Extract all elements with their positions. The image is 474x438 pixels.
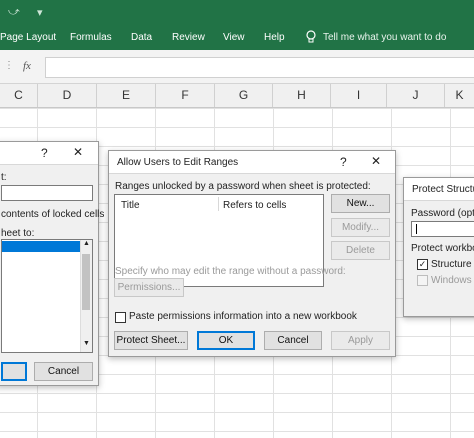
- cancel-button[interactable]: Cancel: [34, 362, 93, 381]
- protect-sheet-dialog: ? ✕ t: contents of locked cells heet to:…: [0, 141, 104, 386]
- protect-contents-label: contents of locked cells: [1, 209, 105, 220]
- password-input[interactable]: [411, 221, 474, 237]
- structure-checkbox[interactable]: ✓: [417, 259, 428, 270]
- title-bar: ⤻ ▾: [0, 0, 474, 25]
- dialog-title-bar: Protect Structu: [404, 178, 474, 201]
- apply-button[interactable]: Apply: [331, 331, 390, 350]
- scrollbar[interactable]: ▲ ▼: [80, 240, 92, 352]
- close-icon[interactable]: ✕: [371, 154, 381, 168]
- windows-label[interactable]: Windows: [431, 275, 472, 286]
- tab-help[interactable]: Help: [264, 32, 285, 43]
- scroll-down-icon[interactable]: ▼: [83, 340, 90, 347]
- column-header[interactable]: I: [331, 84, 387, 107]
- column-header[interactable]: F: [156, 84, 215, 107]
- formula-input[interactable]: [45, 57, 474, 78]
- ok-button[interactable]: [1, 362, 27, 381]
- tab-review[interactable]: Review: [172, 32, 205, 43]
- quick-access-dropdown-icon[interactable]: ▾: [37, 6, 43, 19]
- tab-page-layout[interactable]: Page Layout: [0, 32, 56, 43]
- insert-function-icon[interactable]: fx: [23, 60, 31, 72]
- column-header[interactable]: J: [387, 84, 445, 107]
- dialog-title-bar: ? ✕: [0, 142, 98, 165]
- scroll-up-icon[interactable]: ▲: [83, 240, 90, 247]
- column-header-title[interactable]: Title: [121, 200, 140, 211]
- protect-sheet-button[interactable]: Protect Sheet...: [114, 331, 188, 350]
- paste-permissions-checkbox[interactable]: [115, 312, 126, 323]
- allow-users-dialog: Allow Users to Edit Ranges ? ✕ Ranges un…: [108, 150, 396, 357]
- windows-checkbox[interactable]: [417, 275, 428, 286]
- paste-permissions-label[interactable]: Paste permissions information into a new…: [129, 311, 357, 322]
- column-header[interactable]: G: [215, 84, 273, 107]
- text-cursor: [416, 224, 417, 234]
- scrollbar-thumb[interactable]: [82, 254, 90, 310]
- help-button[interactable]: ?: [340, 155, 347, 169]
- protect-structure-dialog: Protect Structu Password (optio Protect …: [403, 177, 474, 317]
- protect-workbook-label: Protect workbo: [411, 243, 474, 254]
- column-header-refers-to[interactable]: Refers to cells: [223, 200, 286, 211]
- tell-me-search[interactable]: Tell me what you want to do: [323, 32, 446, 43]
- allow-users-label: heet to:: [1, 228, 35, 239]
- password-label: t:: [1, 172, 7, 183]
- list-item-selected[interactable]: [2, 241, 80, 252]
- close-icon[interactable]: ✕: [73, 145, 83, 159]
- tab-data[interactable]: Data: [131, 32, 152, 43]
- tab-view[interactable]: View: [223, 32, 245, 43]
- column-header[interactable]: C: [0, 84, 38, 107]
- modify-range-button[interactable]: Modify...: [331, 218, 390, 237]
- column-header[interactable]: E: [97, 84, 156, 107]
- cancel-button[interactable]: Cancel: [264, 331, 322, 350]
- column-header[interactable]: H: [273, 84, 331, 107]
- password-input[interactable]: [1, 185, 93, 201]
- redo-icon[interactable]: ⤻: [8, 6, 20, 19]
- new-range-button[interactable]: New...: [331, 194, 390, 213]
- specify-label: Specify who may edit the range without a…: [115, 266, 346, 277]
- column-header[interactable]: D: [38, 84, 97, 107]
- structure-label[interactable]: Structure: [431, 259, 472, 270]
- permissions-button[interactable]: Permissions...: [114, 278, 184, 297]
- delete-range-button[interactable]: Delete: [331, 241, 390, 260]
- more-options-icon: ⋮: [4, 60, 14, 71]
- dialog-title: Allow Users to Edit Ranges: [117, 157, 239, 168]
- help-button[interactable]: ?: [41, 146, 48, 160]
- column-header[interactable]: K: [445, 84, 474, 107]
- tab-formulas[interactable]: Formulas: [70, 32, 112, 43]
- column-divider: [218, 197, 219, 211]
- dialog-title-bar: Allow Users to Edit Ranges ? ✕: [109, 151, 395, 174]
- dialog-title: Protect Structu: [412, 184, 474, 195]
- ribbon-tabs: Page Layout Formulas Data Review View He…: [0, 25, 474, 50]
- lightbulb-icon: [305, 30, 317, 47]
- password-label: Password (optio: [411, 208, 474, 219]
- permissions-list[interactable]: ▲ ▼: [1, 239, 93, 353]
- ranges-label: Ranges unlocked by a password when sheet…: [115, 181, 371, 192]
- ok-button[interactable]: OK: [197, 331, 255, 350]
